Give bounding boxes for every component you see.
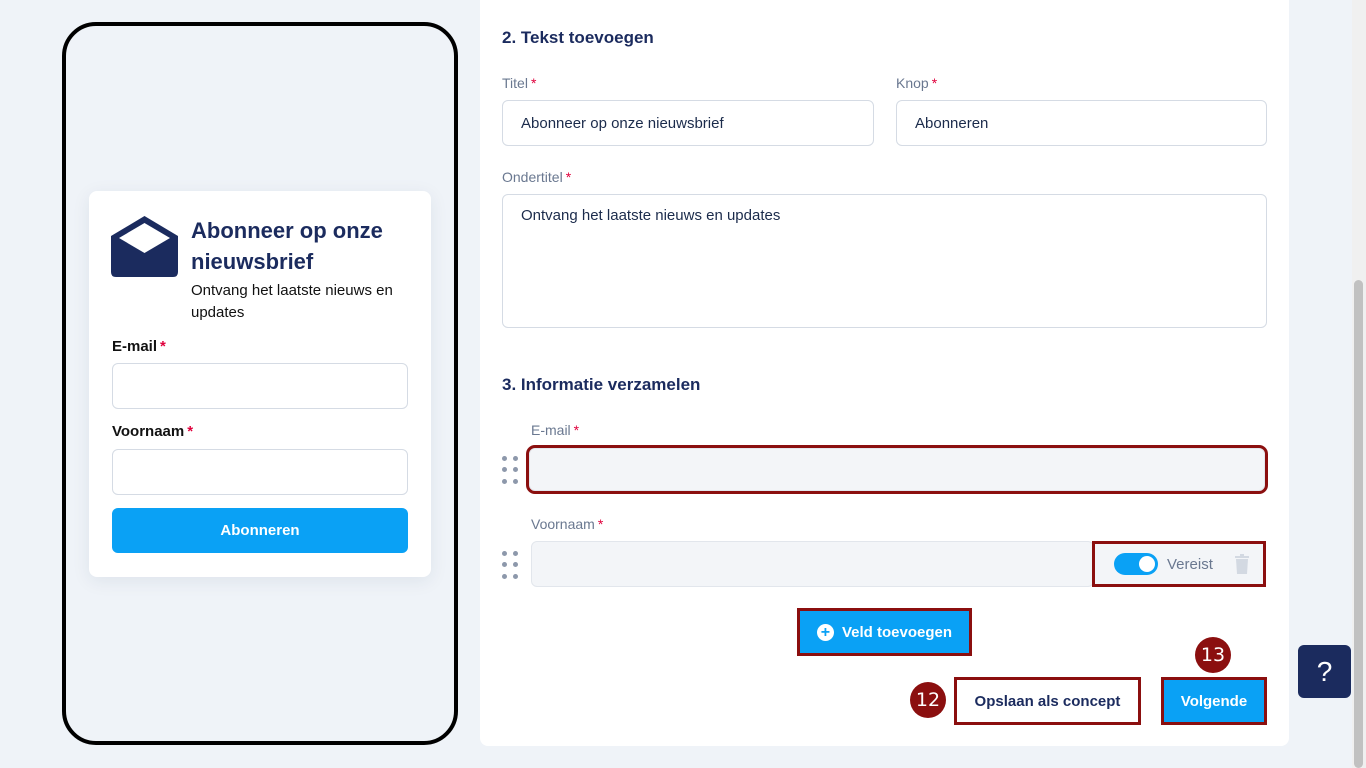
preview-subtitle: Ontvang het laatste nieuws en updates [191, 282, 393, 321]
subtitle-textarea[interactable]: Ontvang het laatste nieuws en updates [502, 194, 1267, 328]
info-firstname-label: Voornaam * [531, 516, 604, 532]
preview-firstname-input[interactable] [112, 449, 408, 495]
section-text-title: 2. Tekst toevoegen [502, 28, 654, 47]
add-field-button[interactable]: + Veld toevoegen [797, 608, 972, 656]
preview-title: Abonneer op onze nieuwsbrief [191, 218, 383, 274]
step-badge-13: 13 [1195, 637, 1231, 673]
plus-circle-icon: + [816, 623, 834, 641]
next-button[interactable]: Volgende [1161, 677, 1267, 725]
step-badge-12: 12 [910, 682, 946, 718]
form-panel: 2. Tekst toevoegen Titel * Abonneer op on… [480, 0, 1289, 746]
required-toggle-label: Vereist [1167, 555, 1213, 573]
title-input[interactable]: Abonneer op onze nieuwsbrief [502, 100, 874, 146]
envelope-open-icon [111, 216, 178, 277]
button-text-input[interactable]: Abonneren [896, 100, 1267, 146]
subtitle-field-label: Ondertitel * [502, 169, 572, 185]
required-toggle[interactable] [1114, 553, 1158, 575]
title-field-label: Titel * [502, 75, 537, 91]
save-draft-button[interactable]: Opslaan als concept [954, 677, 1141, 725]
preview-subscribe-button[interactable]: Abonneren [112, 508, 408, 553]
drag-handle-icon[interactable] [502, 551, 518, 579]
help-button[interactable]: ? [1298, 645, 1351, 698]
preview-card: Abonneer op onze nieuwsbrief Ontvang het… [89, 191, 431, 577]
info-firstname-field[interactable] [531, 541, 1094, 587]
trash-icon[interactable] [1234, 554, 1250, 574]
required-toggle-group: Vereist [1092, 541, 1266, 587]
drag-handle-icon[interactable] [502, 456, 518, 484]
info-email-label: E-mail * [531, 422, 580, 438]
scrollbar-thumb[interactable] [1354, 280, 1363, 768]
preview-firstname-label: Voornaam * [112, 423, 194, 440]
section-info-title: 3. Informatie verzamelen [502, 375, 701, 394]
button-field-label: Knop * [896, 75, 938, 91]
preview-email-input[interactable] [112, 363, 408, 409]
preview-email-label: E-mail * [112, 338, 166, 355]
info-email-field[interactable] [526, 445, 1268, 494]
